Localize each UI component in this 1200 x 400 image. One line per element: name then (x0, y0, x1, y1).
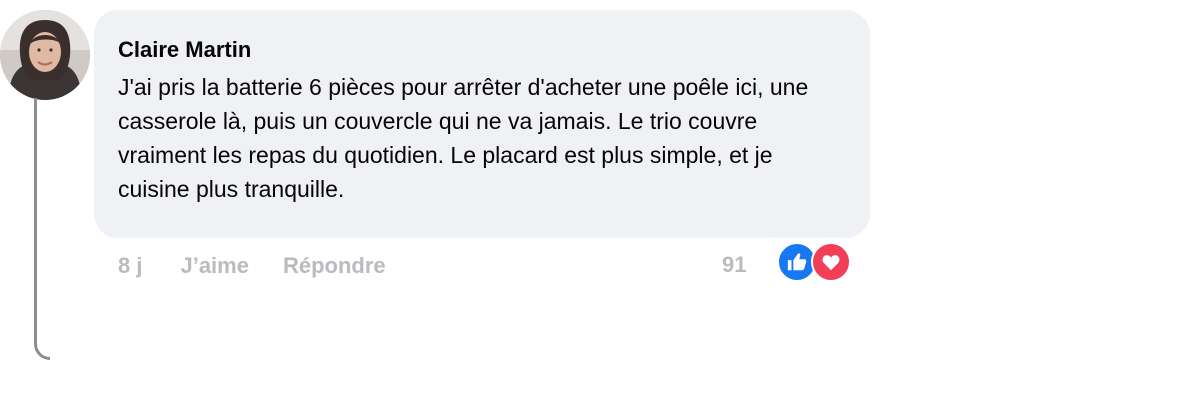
comment-text: J'ai pris la batterie 6 pièces pour arrê… (118, 74, 809, 202)
avatar[interactable] (0, 10, 90, 100)
reaction-icons[interactable] (777, 242, 853, 282)
reply-button[interactable]: Répondre (283, 253, 386, 279)
comment-actions: 8 j J’aime Répondre (118, 250, 420, 282)
thread-connector-line (34, 98, 50, 360)
comment-timestamp[interactable]: 8 j (118, 253, 142, 279)
user-avatar-photo (0, 10, 90, 100)
love-icon (811, 242, 851, 282)
comment-author-name[interactable]: Claire Martin (118, 36, 846, 64)
reaction-count[interactable]: 91 (722, 252, 746, 278)
like-button[interactable]: J’aime (180, 253, 249, 279)
comment-bubble: Claire Martin J'ai pris la batterie 6 pi… (94, 10, 870, 238)
